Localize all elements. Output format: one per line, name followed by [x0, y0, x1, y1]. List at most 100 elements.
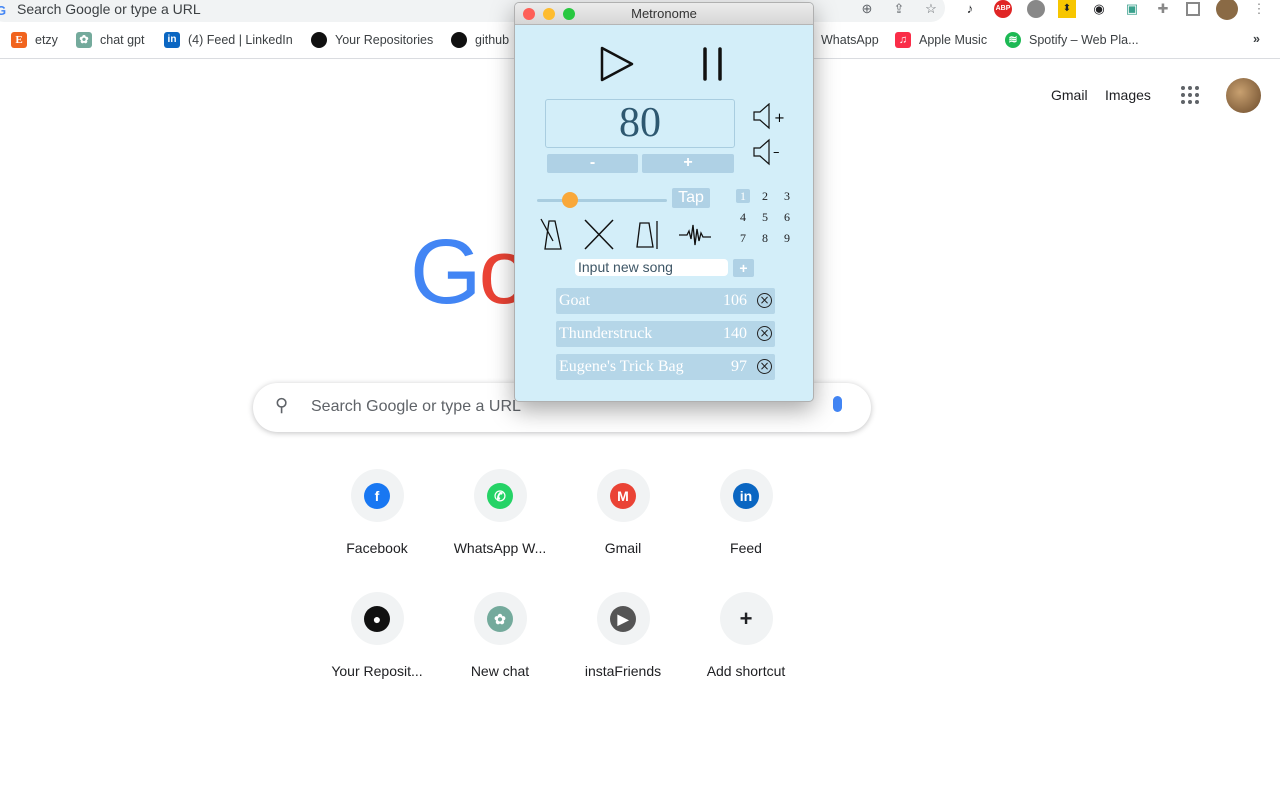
shortcut-tile[interactable]: M Gmail: [568, 469, 678, 556]
microphone-icon[interactable]: [833, 396, 842, 412]
gmail-link[interactable]: Gmail: [1051, 87, 1088, 103]
omnibox-text[interactable]: Search Google or type a URL: [17, 1, 201, 17]
cowbell-icon[interactable]: [636, 221, 658, 249]
play-icon[interactable]: [599, 45, 635, 83]
bookmark-your-repositories[interactable]: Your Repositories: [311, 32, 433, 48]
side-panel-icon[interactable]: [1186, 2, 1200, 16]
bookmark-apple-music[interactable]: ♫ Apple Music: [895, 32, 987, 48]
song-bpm: 97: [731, 358, 747, 375]
shortcut-icon: +: [739, 605, 753, 631]
shortcut-label: Feed: [730, 540, 762, 556]
remove-song-icon[interactable]: ×: [757, 293, 772, 308]
bookmark-label: (4) Feed | LinkedIn: [188, 33, 293, 47]
profile-avatar[interactable]: [1216, 0, 1238, 20]
robot-extension-icon[interactable]: ▣: [1123, 0, 1141, 18]
spotify-icon: ≋: [1005, 32, 1021, 48]
new-song-input[interactable]: Input new song: [575, 259, 728, 276]
song-item[interactable]: Goat 106 ×: [556, 288, 775, 314]
bookmark-label: WhatsApp: [821, 33, 879, 47]
increase-bpm-button[interactable]: +: [642, 154, 734, 173]
waveform-icon[interactable]: [679, 224, 711, 246]
drumsticks-icon[interactable]: [584, 219, 614, 250]
beat-option[interactable]: 3: [780, 189, 794, 203]
bookmark-spotify[interactable]: ≋ Spotify – Web Pla...: [1005, 32, 1139, 48]
shortcut-icon-circle: ▶: [596, 592, 650, 645]
apple-music-icon: ♫: [895, 32, 911, 48]
bookmark-github[interactable]: github: [451, 32, 509, 48]
avatar[interactable]: [1226, 78, 1261, 113]
zoom-button[interactable]: [563, 8, 575, 20]
beat-option[interactable]: 9: [780, 231, 794, 245]
menu-icon[interactable]: ⋮: [1250, 0, 1268, 18]
search-icon: ⚲: [275, 395, 289, 415]
beat-option[interactable]: 7: [736, 231, 750, 245]
shortcut-tile[interactable]: in Feed: [691, 469, 801, 556]
bpm-display[interactable]: 80: [545, 99, 735, 148]
more-bookmarks-button[interactable]: »: [1253, 32, 1260, 46]
images-link[interactable]: Images: [1105, 87, 1151, 103]
shortcut-label: instaFriends: [584, 663, 662, 679]
shortcut-tile[interactable]: ● Your Reposit...: [322, 592, 432, 679]
sort-extension-icon[interactable]: ⬍: [1058, 0, 1076, 18]
shortcut-tile[interactable]: f Facebook: [322, 469, 432, 556]
search-input[interactable]: Search Google or type a URL: [311, 398, 521, 416]
metronome-sound-icon[interactable]: [540, 218, 562, 250]
bookmark-chat-gpt[interactable]: ✿ chat gpt: [76, 32, 144, 48]
star-icon[interactable]: ☆: [922, 0, 940, 18]
song-bpm: 140: [723, 325, 747, 342]
bookmark-linkedin[interactable]: in (4) Feed | LinkedIn: [164, 32, 293, 48]
tempo-slider[interactable]: [537, 192, 667, 208]
shortcut-icon: ✿: [487, 605, 513, 632]
tap-button[interactable]: Tap: [672, 188, 710, 208]
shortcut-icon: ✆: [487, 482, 513, 509]
share-icon[interactable]: ⇪: [890, 0, 908, 18]
google-apps-icon[interactable]: [1181, 86, 1199, 104]
volume-controls: + –: [753, 103, 785, 166]
beat-option[interactable]: 6: [780, 210, 794, 224]
svg-text:+: +: [774, 111, 785, 126]
zoom-icon[interactable]: ⊕: [858, 0, 876, 18]
song-bpm: 106: [723, 292, 747, 309]
shortcut-tile[interactable]: ▶ instaFriends: [568, 592, 678, 679]
beat-option[interactable]: 1: [736, 189, 750, 203]
decrease-bpm-button[interactable]: -: [547, 154, 638, 173]
close-button[interactable]: [523, 8, 535, 20]
sound-options: [540, 218, 711, 250]
remove-song-icon[interactable]: ×: [757, 326, 772, 341]
beat-option[interactable]: 5: [758, 210, 772, 224]
shortcut-icon: M: [610, 482, 636, 509]
adblock-icon[interactable]: ABP: [994, 0, 1012, 18]
shortcut-label: Your Reposit...: [331, 663, 423, 679]
volume-up-icon[interactable]: +: [753, 103, 785, 130]
google-icon: G: [0, 3, 7, 18]
volume-down-icon[interactable]: –: [753, 138, 780, 166]
metronome-extension-icon[interactable]: ♪: [961, 0, 979, 18]
shortcut-tile[interactable]: ✆ WhatsApp W...: [445, 469, 555, 556]
speed-extension-icon[interactable]: [1027, 0, 1045, 18]
shortcut-label: WhatsApp W...: [453, 540, 547, 556]
shortcut-icon: in: [733, 482, 759, 509]
window-title: Metronome: [631, 6, 697, 21]
song-name: Thunderstruck: [559, 325, 653, 342]
beat-option[interactable]: 4: [736, 210, 750, 224]
bookmark-label: Apple Music: [919, 33, 988, 47]
github-icon: [311, 32, 327, 48]
remove-song-icon[interactable]: ×: [757, 359, 772, 374]
add-song-button[interactable]: +: [733, 259, 754, 277]
song-item[interactable]: Thunderstruck 140 ×: [556, 321, 775, 347]
shortcut-label: Gmail: [604, 540, 642, 556]
bookmark-label: Your Repositories: [335, 33, 434, 47]
puzzle-icon[interactable]: ✚: [1154, 0, 1172, 18]
bookmark-etzy[interactable]: Eetzy: [11, 32, 58, 48]
shortcut-icon-circle: ✆: [473, 469, 527, 522]
minimize-button[interactable]: [543, 8, 555, 20]
shortcut-tile[interactable]: ✿ New chat: [445, 592, 555, 679]
pause-icon[interactable]: [701, 47, 725, 81]
slider-handle[interactable]: [561, 192, 578, 208]
shortcut-tile[interactable]: + Add shortcut: [691, 592, 801, 679]
bookmark-label: chat gpt: [100, 33, 145, 47]
beat-option[interactable]: 8: [758, 231, 772, 245]
song-item[interactable]: Eugene's Trick Bag 97 ×: [556, 354, 775, 380]
dog-extension-icon[interactable]: ◉: [1090, 0, 1108, 18]
beat-option[interactable]: 2: [758, 189, 772, 203]
